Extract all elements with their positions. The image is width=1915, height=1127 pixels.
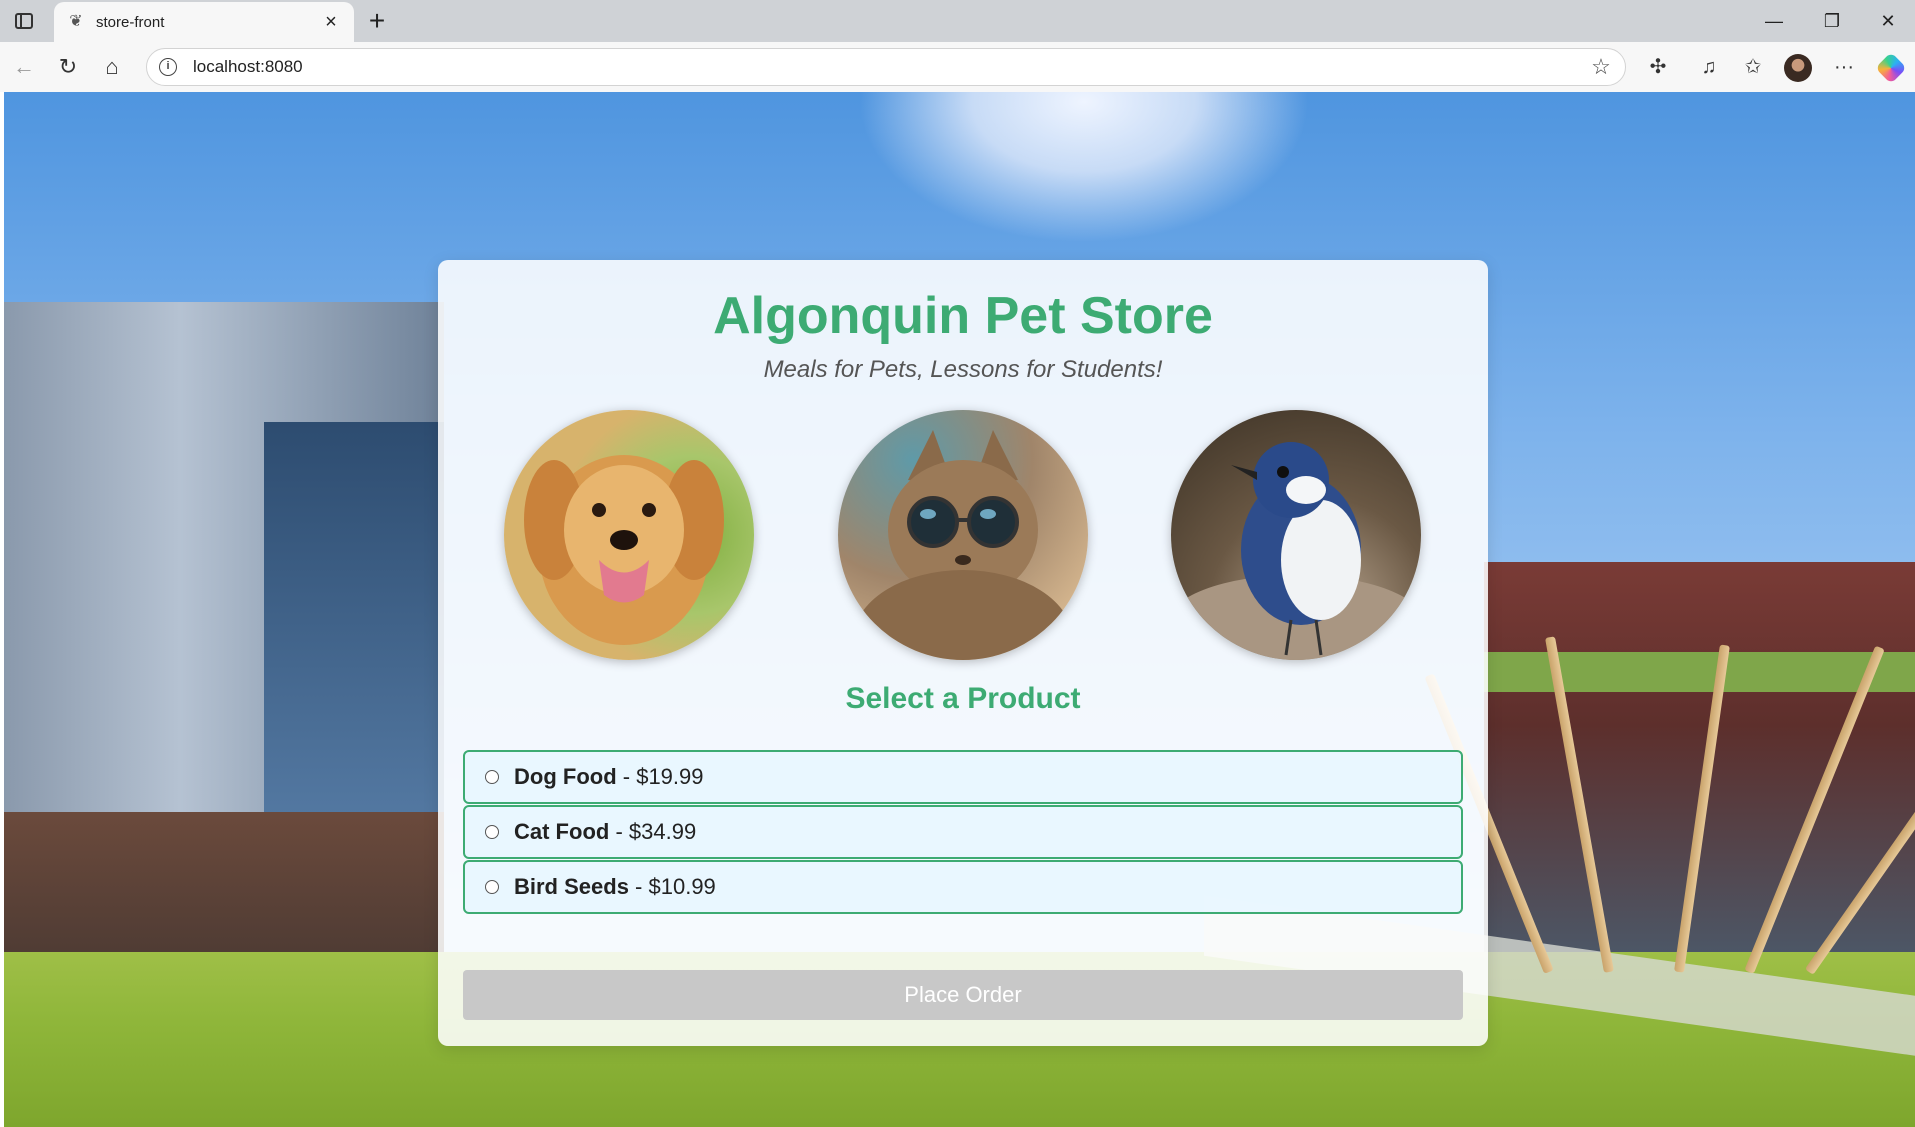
product-option-dog-food[interactable]: Dog Food - $19.99 bbox=[463, 750, 1463, 804]
address-url[interactable]: localhost:8080 bbox=[193, 57, 1587, 77]
dog-photo bbox=[504, 410, 754, 660]
product-name: Dog Food bbox=[514, 764, 617, 789]
product-radio[interactable] bbox=[485, 770, 499, 784]
product-separator: - bbox=[628, 874, 649, 899]
back-button[interactable]: ← bbox=[10, 53, 38, 81]
browser-toolbar: ← ↻ ⌂ i localhost:8080 ☆ ✣ ♫ ✩ ··· bbox=[0, 42, 1915, 92]
cat-photo bbox=[838, 410, 1088, 660]
page-viewport: Algonquin Pet Store Meals for Pets, Less… bbox=[4, 92, 1915, 1127]
product-label: Bird Seeds - $10.99 bbox=[514, 874, 716, 900]
favorites-icon[interactable]: ✩ bbox=[1738, 53, 1768, 81]
tab-close-icon[interactable]: × bbox=[320, 11, 342, 33]
address-bar[interactable]: i localhost:8080 ☆ bbox=[146, 48, 1626, 86]
product-label: Dog Food - $19.99 bbox=[514, 764, 704, 790]
product-price: $34.99 bbox=[628, 819, 697, 844]
product-price: $19.99 bbox=[636, 764, 704, 789]
wooden-sculpture bbox=[1424, 612, 1915, 992]
page-title: Algonquin Pet Store bbox=[713, 287, 1213, 345]
minimize-button[interactable]: — bbox=[1752, 6, 1796, 36]
close-window-button[interactable]: ✕ bbox=[1866, 6, 1910, 36]
product-option-bird-seeds[interactable]: Bird Seeds - $10.99 bbox=[463, 860, 1463, 914]
building-base bbox=[4, 812, 444, 972]
reload-button[interactable]: ↻ bbox=[54, 53, 82, 81]
extensions-icon[interactable]: ✣ bbox=[1643, 53, 1673, 81]
product-radio[interactable] bbox=[485, 880, 499, 894]
product-separator: - bbox=[609, 819, 629, 844]
media-icon[interactable]: ♫ bbox=[1694, 53, 1724, 81]
bird-photo bbox=[1171, 410, 1421, 660]
browser-tab[interactable]: ❦ store-front × bbox=[54, 2, 354, 42]
product-price: $10.99 bbox=[648, 874, 716, 899]
product-separator: - bbox=[616, 764, 637, 789]
section-title: Select a Product bbox=[845, 682, 1081, 715]
bird-feather-icon: ❦ bbox=[69, 13, 83, 30]
new-tab-button[interactable]: + bbox=[362, 6, 392, 36]
product-name: Cat Food bbox=[514, 819, 610, 844]
product-label: Cat Food - $34.99 bbox=[514, 819, 696, 845]
copilot-icon[interactable] bbox=[1875, 52, 1907, 84]
restore-button[interactable]: ❐ bbox=[1810, 6, 1854, 36]
store-card: Algonquin Pet Store Meals for Pets, Less… bbox=[438, 260, 1488, 1046]
product-option-cat-food[interactable]: Cat Food - $34.99 bbox=[463, 805, 1463, 859]
site-info-icon[interactable]: i bbox=[159, 58, 177, 76]
favorite-star-icon[interactable]: ☆ bbox=[1587, 54, 1615, 80]
store-tagline: Meals for Pets, Lessons for Students! bbox=[763, 356, 1163, 383]
more-icon[interactable]: ··· bbox=[1829, 53, 1859, 81]
sidebar-toggle-icon[interactable] bbox=[10, 9, 38, 33]
product-radio[interactable] bbox=[485, 825, 499, 839]
product-name: Bird Seeds bbox=[514, 874, 629, 899]
place-order-button[interactable]: Place Order bbox=[463, 970, 1463, 1020]
browser-tab-bar: ❦ store-front × + — ❐ ✕ bbox=[0, 0, 1915, 42]
tab-title: store-front bbox=[96, 13, 165, 31]
home-button[interactable]: ⌂ bbox=[98, 53, 126, 81]
profile-avatar[interactable] bbox=[1784, 54, 1812, 82]
